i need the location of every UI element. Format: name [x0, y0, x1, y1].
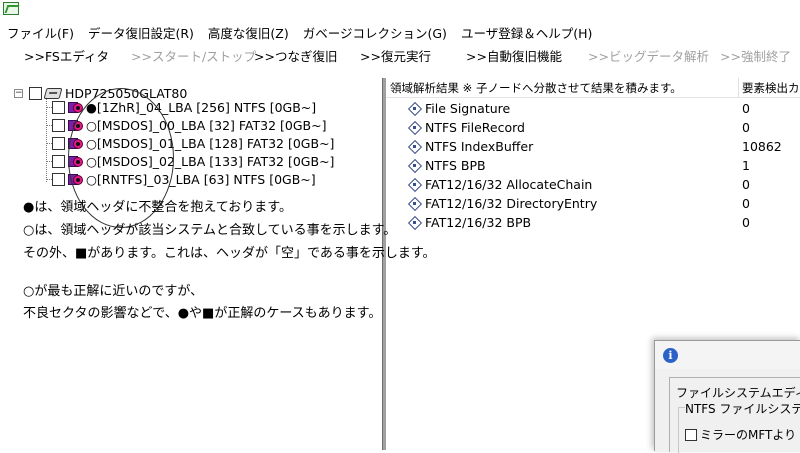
- result-value: 0: [742, 196, 750, 211]
- annotation-note: その外、■があります。これは、ヘッダが「空」である事を示します。: [23, 246, 436, 261]
- results-header-count[interactable]: 要素検出カ: [742, 80, 800, 96]
- disk-checkbox[interactable]: [29, 86, 42, 100]
- element-icon: [408, 121, 421, 134]
- app-icon: [3, 2, 19, 15]
- element-icon: [408, 197, 421, 210]
- tree-connector: [46, 99, 47, 182]
- result-row[interactable]: FAT12/16/32 BPB 0: [386, 213, 800, 232]
- element-icon: [408, 178, 421, 191]
- mirror-mft-checkbox[interactable]: [685, 428, 697, 441]
- result-row[interactable]: FAT12/16/32 AllocateChain 0: [386, 175, 800, 194]
- fs-editor-title: ファイルシステムエディタ メ: [676, 386, 800, 400]
- result-name: NTFS IndexBuffer: [425, 139, 534, 154]
- result-name: NTFS BPB: [425, 158, 486, 173]
- restore-execute-button[interactable]: >>復元実行: [360, 46, 431, 65]
- partition-checkbox[interactable]: [52, 154, 65, 168]
- result-row[interactable]: File Signature 0: [386, 99, 800, 118]
- info-icon: i: [663, 348, 678, 363]
- mirror-mft-option[interactable]: ミラーのMFTより: [685, 426, 796, 443]
- fs-editor-window: ファイルシステムエディタ メ NTFS ファイルシステ ミラーのMFTより: [669, 377, 800, 453]
- menu-recovery-settings[interactable]: データ復旧設定(R): [81, 23, 201, 42]
- result-name: NTFS FileRecord: [425, 120, 525, 135]
- result-value: 0: [742, 120, 750, 135]
- chain-recovery-button[interactable]: >>つなぎ復旧: [254, 46, 337, 65]
- result-name: FAT12/16/32 AllocateChain: [425, 177, 593, 192]
- ntfs-group-label: NTFS ファイルシステ: [685, 400, 800, 417]
- annotation-note: 不良セクタの影響などで、●や■が正解のケースもあります。: [23, 306, 382, 321]
- result-value: 0: [742, 215, 750, 230]
- partition-checkbox[interactable]: [52, 118, 65, 132]
- result-value: 0: [742, 101, 750, 116]
- element-icon: [408, 159, 421, 172]
- menu-registration-help[interactable]: ユーザ登録＆ヘルプ(H): [454, 23, 599, 42]
- element-icon: [408, 216, 421, 229]
- result-value: 10862: [742, 139, 782, 154]
- result-value: 1: [742, 158, 750, 173]
- collapse-toggle[interactable]: −: [14, 88, 23, 98]
- menu-advanced-recovery[interactable]: 高度な復旧(Z): [201, 23, 296, 42]
- message-dialog: i ファイルシステムエディタ メ NTFS ファイルシステ ミラーのMFTより: [654, 340, 800, 453]
- element-icon: [408, 102, 421, 115]
- result-row[interactable]: NTFS FileRecord 0: [386, 118, 800, 137]
- toolbar: >>FSエディタ >>スタート/ストップ >>つなぎ復旧 >>復元実行 >>自動…: [0, 43, 800, 65]
- fs-editor-button[interactable]: >>FSエディタ: [24, 46, 109, 65]
- result-name: FAT12/16/32 BPB: [425, 215, 532, 230]
- menu-file[interactable]: ファイル(F): [0, 23, 81, 42]
- result-row[interactable]: FAT12/16/32 DirectoryEntry 0: [386, 194, 800, 213]
- annotation-note: ○が最も正解に近いのですが、: [23, 284, 204, 299]
- result-row[interactable]: NTFS IndexBuffer 10862: [386, 137, 800, 156]
- hard-disk-icon: [43, 87, 63, 99]
- partition-checkbox[interactable]: [52, 100, 65, 114]
- menu-garbage-collection[interactable]: ガベージコレクション(G): [296, 23, 454, 42]
- partition-checkbox[interactable]: [52, 172, 65, 186]
- result-value: 0: [742, 177, 750, 192]
- partition-checkbox[interactable]: [52, 136, 65, 150]
- mirror-mft-label: ミラーのMFTより: [700, 428, 797, 442]
- auto-recovery-button[interactable]: >>自動復旧機能: [466, 46, 562, 65]
- dialog-titlebar[interactable]: i: [655, 341, 800, 369]
- element-icon: [408, 140, 421, 153]
- results-header: 領域解析結果 ※ 子ノードへ分散させて結果を積みます。 要素検出カ: [386, 78, 800, 98]
- result-name: File Signature: [425, 101, 511, 116]
- annotation-note: ○は、領域ヘッダが該当システムと合致している事を示します。: [23, 223, 397, 238]
- menu-bar: ファイル(F) データ復旧設定(R) 高度な復旧(Z) ガベージコレクション(G…: [0, 22, 800, 42]
- result-name: FAT12/16/32 DirectoryEntry: [425, 196, 598, 211]
- force-quit-button[interactable]: >>強制終了: [720, 46, 791, 65]
- annotation-note: ●は、領域ヘッダに不整合を抱えております。: [23, 200, 293, 215]
- big-data-analysis-button[interactable]: >>ビッグデータ解析: [588, 46, 709, 65]
- start-stop-button[interactable]: >>スタート/ストップ: [131, 46, 256, 65]
- result-row[interactable]: NTFS BPB 1: [386, 156, 800, 175]
- results-header-title[interactable]: 領域解析結果 ※ 子ノードへ分散させて結果を積みます。: [390, 80, 682, 96]
- tree-pane: − HDP725050GLAT80 ●[1ZhR]_04_LBA [256] N…: [0, 78, 382, 450]
- column-separator[interactable]: [738, 78, 739, 97]
